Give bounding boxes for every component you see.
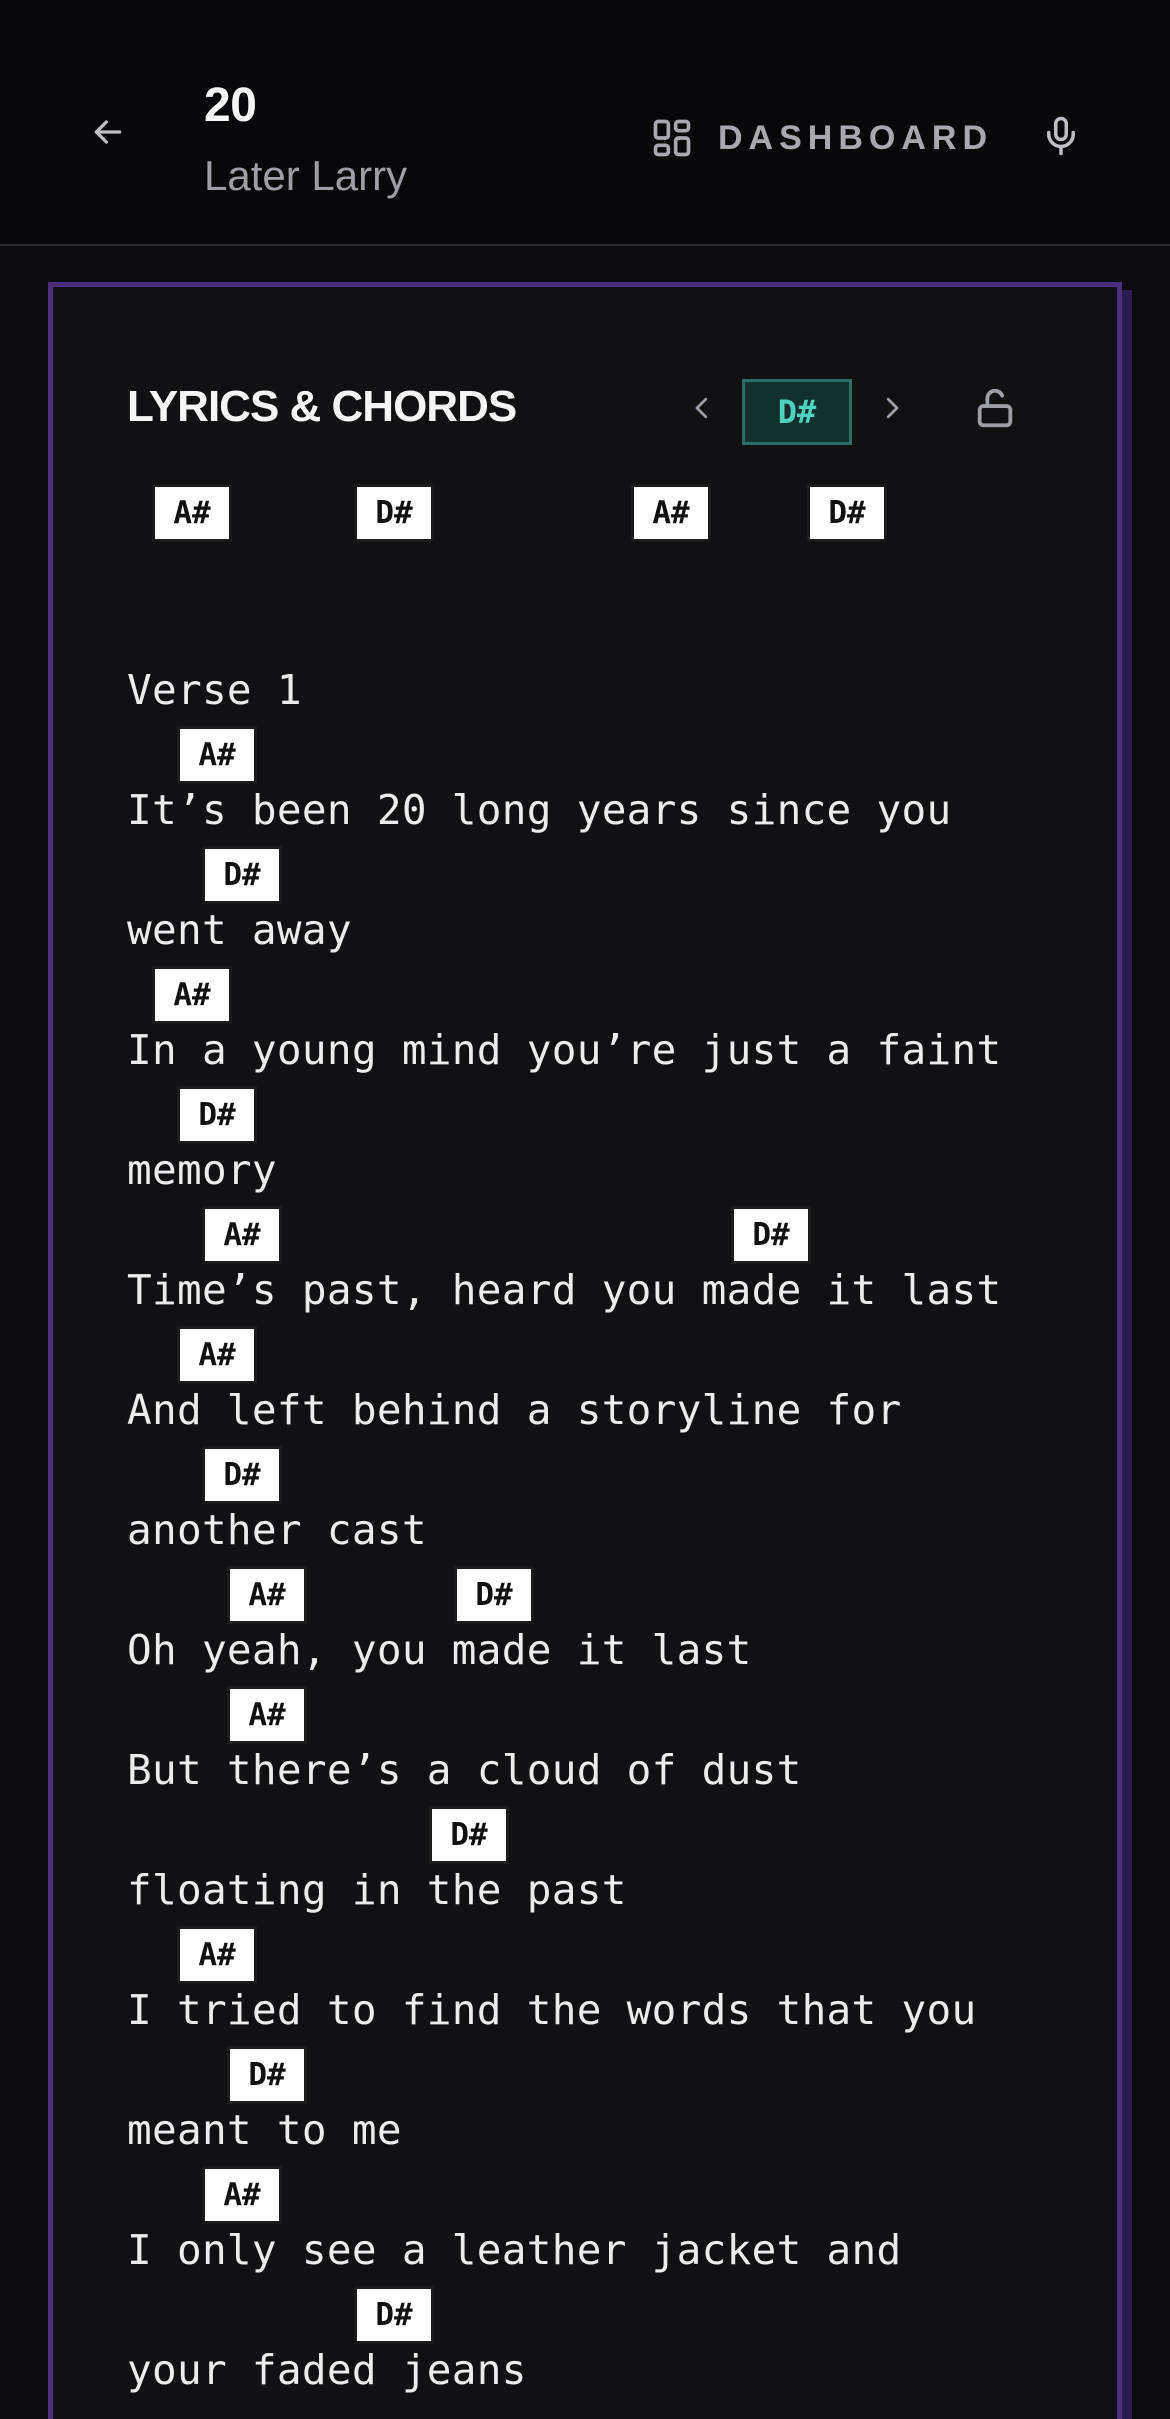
chord-badge[interactable]: A# bbox=[177, 1926, 257, 1984]
chord-badge[interactable]: D# bbox=[454, 1566, 534, 1624]
arrow-left-icon bbox=[94, 120, 122, 144]
chord-badge[interactable]: A# bbox=[631, 484, 711, 542]
lyric-line: another cast bbox=[127, 1506, 427, 1554]
chord-badge[interactable]: D# bbox=[731, 1206, 811, 1264]
lyric-line: Time’s past, heard you made it last bbox=[127, 1266, 1002, 1314]
chord-badge[interactable]: A# bbox=[202, 1206, 282, 1264]
chevron-right-icon bbox=[886, 397, 899, 419]
chord-badge[interactable]: A# bbox=[202, 2166, 282, 2224]
lyric-line: Oh yeah, you made it last bbox=[127, 1626, 752, 1674]
dashboard-button[interactable]: DASHBOARD bbox=[650, 110, 993, 166]
lyric-line: But there’s a cloud of dust bbox=[127, 1746, 802, 1794]
dashboard-label: DASHBOARD bbox=[718, 118, 993, 157]
current-key-badge[interactable]: D# bbox=[742, 379, 852, 445]
lyric-line: And left behind a storyline for bbox=[127, 1386, 902, 1434]
chord-badge[interactable]: A# bbox=[152, 966, 232, 1024]
chord-badge[interactable]: D# bbox=[177, 1086, 257, 1144]
lyric-line: It’s been 20 long years since you bbox=[127, 786, 952, 834]
lyric-line: I tried to find the words that you bbox=[127, 1986, 977, 2034]
chord-badge[interactable]: A# bbox=[177, 1326, 257, 1384]
song-title: 20 bbox=[204, 79, 257, 132]
chord-badge[interactable]: A# bbox=[152, 484, 232, 542]
chord-badge[interactable]: D# bbox=[202, 846, 282, 904]
chord-badge[interactable]: A# bbox=[177, 726, 257, 784]
lyric-line: meant to me bbox=[127, 2106, 402, 2154]
song-artist: Later Larry bbox=[204, 152, 408, 199]
chord-badge[interactable]: A# bbox=[227, 1686, 307, 1744]
lyric-line: floating in the past bbox=[127, 1866, 627, 1914]
microphone-button[interactable] bbox=[1036, 108, 1086, 164]
section-label: Verse 1 bbox=[127, 666, 302, 714]
key-down-button[interactable] bbox=[680, 380, 724, 436]
lyric-line: went away bbox=[127, 906, 352, 954]
back-button[interactable] bbox=[80, 104, 136, 160]
chord-badge[interactable]: D# bbox=[807, 484, 887, 542]
lock-toggle-button[interactable] bbox=[970, 378, 1020, 438]
lyric-line: your faded jeans bbox=[127, 2346, 527, 2394]
dashboard-icon bbox=[653, 119, 691, 157]
chord-badge[interactable]: D# bbox=[202, 1446, 282, 1504]
chevron-left-icon bbox=[695, 397, 708, 419]
key-up-button[interactable] bbox=[870, 380, 914, 436]
section-title: LYRICS & CHORDS bbox=[127, 382, 517, 431]
chord-badge[interactable]: A# bbox=[227, 1566, 307, 1624]
chord-badge[interactable]: D# bbox=[429, 1806, 509, 1864]
lyric-line: In a young mind you’re just a faint bbox=[127, 1026, 1002, 1074]
chord-badge[interactable]: D# bbox=[354, 484, 434, 542]
lyric-line: memory bbox=[127, 1146, 277, 1194]
lyric-line: I only see a leather jacket and bbox=[127, 2226, 902, 2274]
top-bar: 20 Later Larry DASHBOARD bbox=[0, 0, 1170, 246]
chord-badge[interactable]: D# bbox=[227, 2046, 307, 2104]
chord-badge[interactable]: D# bbox=[354, 2286, 434, 2344]
unlock-icon bbox=[977, 388, 1013, 428]
microphone-icon bbox=[1047, 116, 1075, 156]
